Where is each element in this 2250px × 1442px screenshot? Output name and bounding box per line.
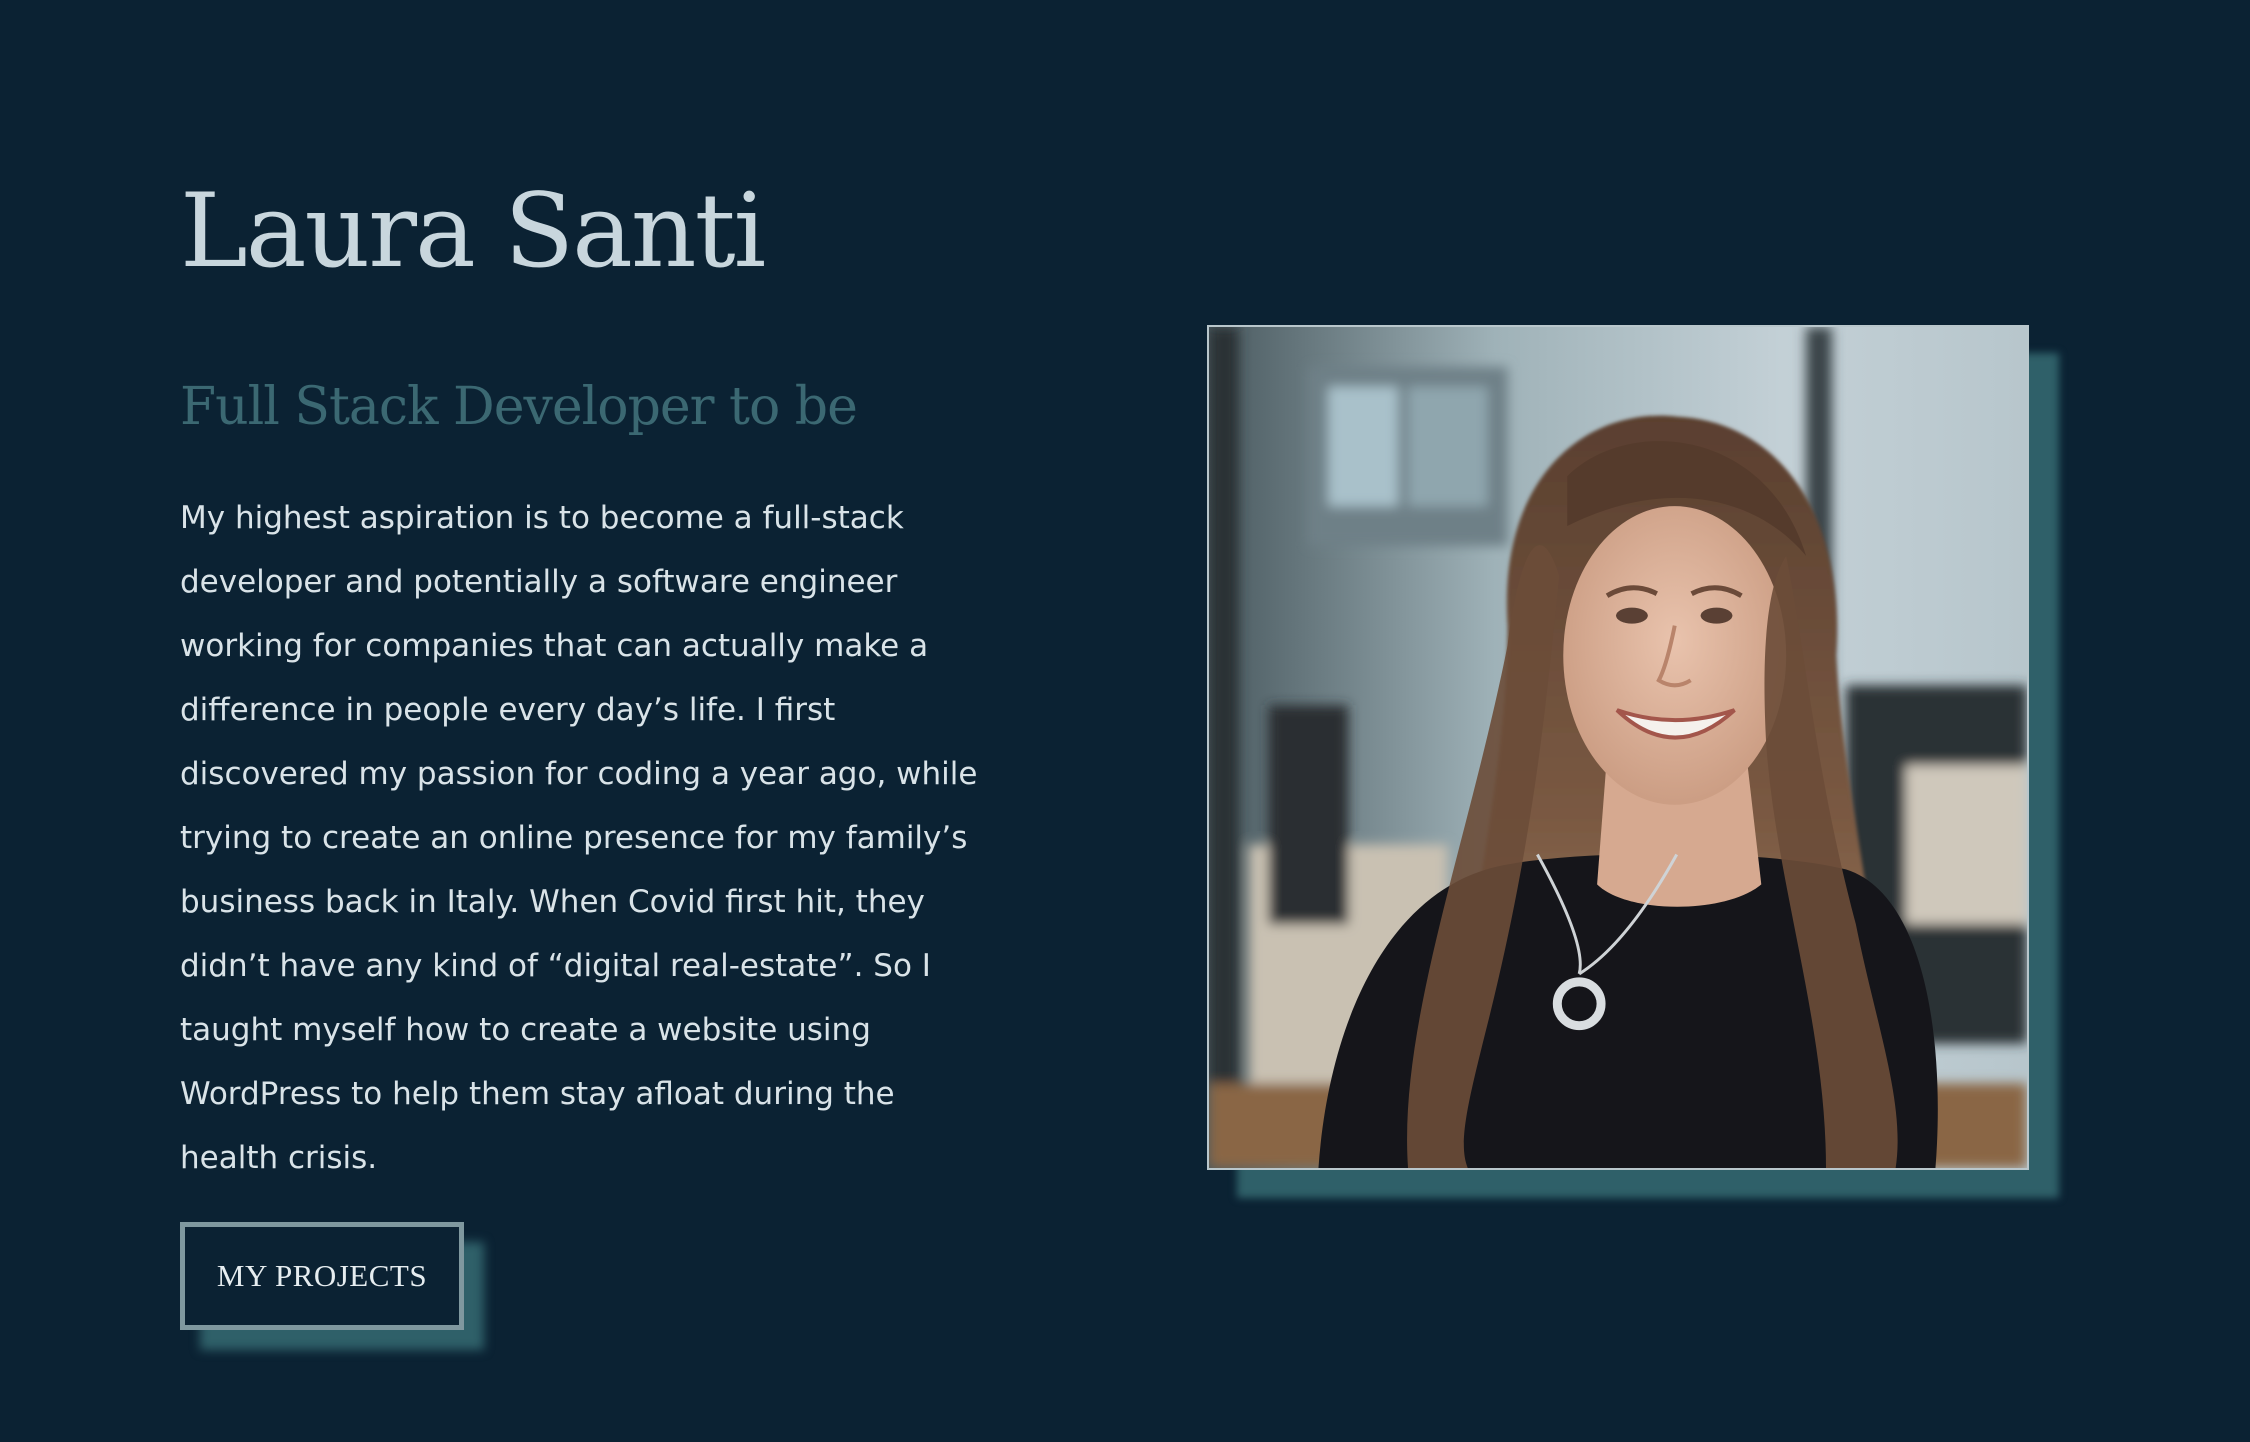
hero-section: Laura Santi Full Stack Developer to be M… [0,0,2250,1442]
page-title: Laura Santi [180,172,766,291]
profile-photo [1207,325,2029,1170]
projects-button-wrapper: MY PROJECTS [180,1222,484,1350]
portrait-illustration [1209,327,2027,1168]
bio-paragraph: My highest aspiration is to become a ful… [180,500,978,1176]
my-projects-button[interactable]: MY PROJECTS [180,1222,464,1330]
subtitle: Full Stack Developer to be [180,377,858,437]
